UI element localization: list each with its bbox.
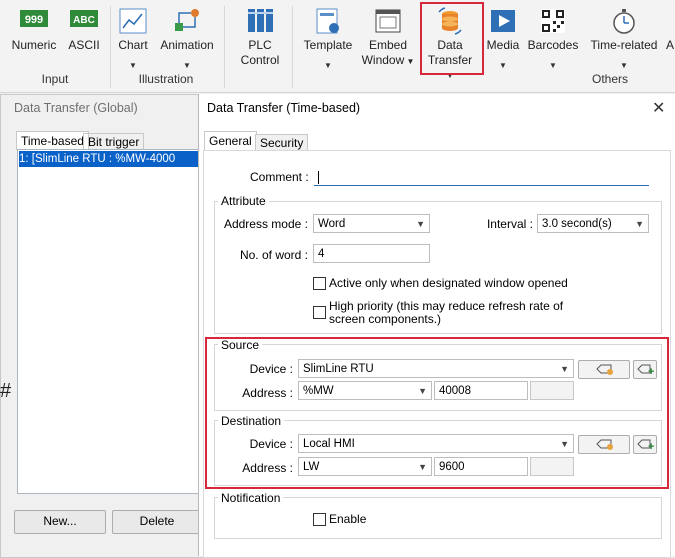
attribute-legend: Attribute (218, 194, 269, 208)
dialog-title: Data Transfer (Time-based) (207, 101, 361, 115)
new-button[interactable]: New... (14, 510, 106, 534)
chevron-down-icon: ▼ (549, 61, 557, 70)
data-transfer-highlight (420, 2, 484, 75)
delete-button[interactable]: Delete (112, 510, 202, 534)
group-label-illustration: Illustration (138, 72, 194, 86)
barcodes-button[interactable]: Barcodes ▼ (526, 4, 580, 72)
tab-security[interactable]: Security (255, 134, 309, 151)
animation-button[interactable]: Animation ▼ (156, 4, 218, 72)
template-label: Template (303, 38, 353, 52)
numeric-glyph: 999 (25, 14, 43, 26)
close-icon[interactable]: ✕ (652, 98, 665, 118)
chevron-down-icon: ▼ (416, 219, 425, 229)
no-of-word-label: No. of word : (239, 248, 308, 262)
media-label: Media (486, 38, 520, 52)
enable-notification-label: Enable (329, 512, 367, 526)
group-label-others: Others (591, 72, 628, 86)
embed-window-button[interactable]: Embed Window ▼ (360, 4, 416, 72)
chevron-down-icon: ▼ (183, 61, 191, 70)
ascii-icon: ABC (69, 6, 99, 36)
time-related-label: Time-related (590, 38, 658, 52)
plc-control-label: PLC Control (240, 38, 280, 67)
transfer-list: 1: [SlimLine RTU : %MW-4000 (17, 149, 200, 494)
global-window-title: Data Transfer (Global) (14, 101, 138, 115)
group-label-input: Input (41, 72, 69, 86)
comment-label: Comment : (250, 170, 309, 184)
chevron-down-icon: ▼ (620, 61, 628, 70)
media-button[interactable]: Media ▼ (483, 4, 523, 72)
side-glyph: # (0, 380, 12, 402)
media-icon (488, 6, 518, 36)
embed-window-icon (373, 6, 403, 36)
separator (224, 6, 225, 88)
embed-window-label: Embed Window ▼ (361, 38, 415, 67)
plc-control-button[interactable]: PLC Control (234, 4, 286, 70)
plc-control-icon (245, 6, 275, 36)
tab-bit-trigger[interactable]: Bit trigger (83, 133, 145, 150)
template-icon (313, 6, 343, 36)
comment-input[interactable] (314, 168, 649, 186)
chevron-down-icon: ▼ (499, 61, 507, 70)
chevron-down-icon: ▼ (324, 61, 332, 70)
active-only-checkbox[interactable] (313, 277, 326, 290)
address-mode-label: Address mode : (223, 217, 308, 231)
separator (292, 6, 293, 88)
ribbon-toolbar: 999 Numeric ABC ASCII Chart ▼ Animation … (0, 0, 675, 93)
interval-select[interactable]: 3.0 second(s) ▼ (537, 214, 649, 233)
template-button[interactable]: Template ▼ (300, 4, 356, 72)
separator (110, 6, 111, 88)
numeric-button[interactable]: 999 Numeric (8, 4, 60, 68)
animation-icon (172, 6, 202, 36)
chart-label: Chart (118, 38, 148, 52)
list-item[interactable]: 1: [SlimLine RTU : %MW-4000 (19, 151, 198, 167)
chevron-down-icon: ▼ (635, 219, 644, 229)
high-priority-checkbox[interactable] (313, 306, 326, 319)
enable-notification-checkbox[interactable] (313, 513, 326, 526)
no-of-word-input[interactable]: 4 (313, 244, 430, 263)
source-destination-highlight (205, 337, 669, 489)
ascii-glyph: ABC (73, 15, 95, 26)
barcodes-label: Barcodes (527, 38, 579, 52)
interval-label: Interval : (486, 217, 533, 231)
time-related-button[interactable]: Time-related ▼ (586, 4, 662, 72)
ascii-label: ASCII (68, 38, 100, 52)
tab-time-based[interactable]: Time-based (16, 131, 89, 150)
ascii-button[interactable]: ABC ASCII (62, 4, 106, 68)
chart-button[interactable]: Chart ▼ (113, 4, 153, 72)
timer-icon (609, 6, 639, 36)
chevron-down-icon: ▼ (129, 61, 137, 70)
numeric-icon: 999 (19, 6, 49, 36)
numeric-label: Numeric (11, 38, 57, 52)
barcode-icon (538, 6, 568, 36)
tab-general[interactable]: General (204, 131, 257, 151)
animation-label: Animation (160, 38, 214, 52)
high-priority-label: High priority (this may reduce refresh r… (329, 299, 564, 326)
chart-icon (118, 6, 148, 36)
address-mode-select[interactable]: Word ▼ (313, 214, 430, 233)
text-cursor (318, 171, 319, 184)
active-only-label: Active only when designated window opene… (329, 276, 568, 290)
notification-legend: Notification (218, 491, 284, 505)
